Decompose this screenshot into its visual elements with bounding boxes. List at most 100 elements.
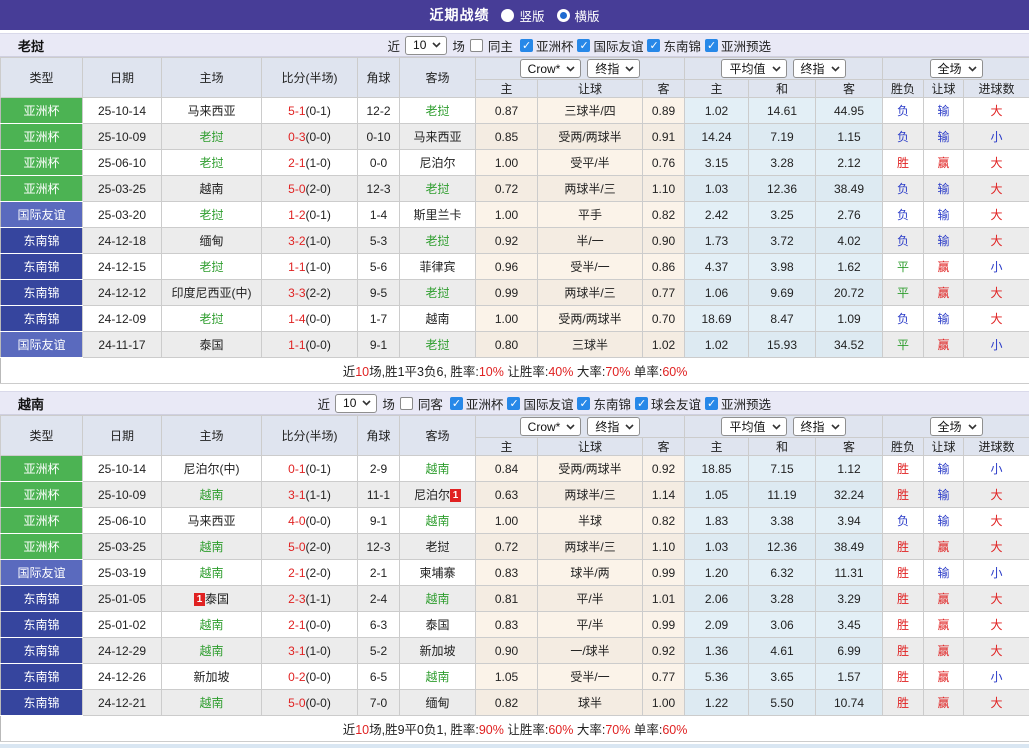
competition-checkbox[interactable] (577, 397, 590, 410)
col-away: 客场 (400, 416, 476, 456)
score-cell: 5-0(2-0) (262, 534, 358, 560)
competition-checkbox[interactable] (450, 397, 463, 410)
win-loss-result: 胜 (883, 638, 924, 664)
home-team-cell: 新加坡 (162, 664, 262, 690)
col-type: 类型 (1, 58, 83, 98)
competition-checkbox[interactable] (577, 39, 590, 52)
average-away-odds: 3.29 (816, 586, 883, 612)
competition-type-badge: 东南锦 (1, 228, 83, 254)
average-select[interactable]: 平均值 (721, 417, 786, 436)
away-team-cell: 老挝 (400, 228, 476, 254)
win-loss-result: 胜 (883, 586, 924, 612)
average-group-header: 平均值 终指 (685, 416, 883, 438)
full-time-score: 1-1 (288, 260, 305, 274)
average-away-odds: 1.57 (816, 664, 883, 690)
competition-label: 东南锦 (661, 36, 703, 55)
home-team-cell: 老挝 (162, 202, 262, 228)
score-cell: 4-0(0-0) (262, 508, 358, 534)
chevron-down-icon (566, 424, 575, 430)
match-date: 25-10-14 (83, 98, 162, 124)
away-team-cell: 菲律宾 (400, 254, 476, 280)
chevron-down-icon (432, 42, 441, 48)
layout-radio-vertical-label: 竖版 (519, 6, 544, 25)
score-cell: 0-1(0-1) (262, 456, 358, 482)
filter-bar: 近 10 场 同客 亚洲杯国际友谊东南锦球会友谊亚洲预选 (316, 394, 773, 413)
competition-checkbox[interactable] (507, 397, 520, 410)
full-time-score: 5-1 (288, 104, 305, 118)
same-venue-checkbox[interactable] (400, 397, 413, 410)
home-team-cell: 越南 (162, 534, 262, 560)
col-score: 比分(半场) (262, 58, 358, 98)
home-team: 越南 (199, 566, 223, 580)
home-team-cell: 越南 (162, 638, 262, 664)
score-cell: 3-3(2-2) (262, 280, 358, 306)
home-team: 尼泊尔(中) (184, 462, 240, 476)
col-avg-home: 主 (685, 438, 749, 456)
bookmaker-stage-select[interactable]: 终指 (587, 59, 640, 78)
bookmaker-stage-select[interactable]: 终指 (587, 417, 640, 436)
bookmaker-home-odds: 0.83 (476, 560, 538, 586)
handicap-line: 两球半/三 (538, 280, 643, 306)
win-loss-result: 胜 (883, 456, 924, 482)
scope-group-header: 全场 (883, 58, 1029, 80)
full-time-score: 2-3 (288, 592, 305, 606)
red-card-badge: 1 (450, 489, 461, 502)
average-away-odds: 1.15 (816, 124, 883, 150)
full-time-score: 5-0 (288, 182, 305, 196)
scope-select[interactable]: 全场 (930, 417, 983, 436)
score-cell: 0-2(0-0) (262, 664, 358, 690)
competition-checkbox[interactable] (635, 397, 648, 410)
half-time-score: (2-0) (306, 566, 331, 580)
average-away-odds: 44.95 (816, 98, 883, 124)
matches-count-select[interactable]: 10 (405, 36, 447, 55)
competition-checkbox[interactable] (520, 39, 533, 52)
filter-bar: 近 10 场 同主 亚洲杯国际友谊东南锦亚洲预选 (386, 36, 773, 55)
section-header-laos: 老挝 近 10 场 同主 亚洲杯国际友谊东南锦亚洲预选 (0, 33, 1029, 57)
scope-select[interactable]: 全场 (930, 59, 983, 78)
away-team-cell: 老挝 (400, 280, 476, 306)
layout-radio-vertical[interactable]: 竖版 (501, 6, 544, 25)
win-loss-result: 平 (883, 332, 924, 358)
average-select[interactable]: 平均值 (721, 59, 786, 78)
col-avg-away: 客 (816, 80, 883, 98)
table-row: 国际友谊 25-03-19 越南 2-1(2-0) 2-1 柬埔寨 0.83 球… (1, 560, 1029, 586)
win-loss-result: 胜 (883, 612, 924, 638)
competition-type-badge: 东南锦 (1, 306, 83, 332)
average-home-odds: 4.37 (685, 254, 749, 280)
handicap-result: 输 (924, 560, 964, 586)
corner-count: 0-10 (358, 124, 400, 150)
bookmaker-select[interactable]: Crow* (520, 59, 582, 78)
table-row: 东南锦 24-12-26 新加坡 0-2(0-0) 6-5 越南 1.05 受半… (1, 664, 1029, 690)
handicap-line: 受两/两球半 (538, 306, 643, 332)
average-draw-odds: 3.28 (749, 586, 816, 612)
bookmaker-home-odds: 0.63 (476, 482, 538, 508)
same-venue-checkbox[interactable] (470, 39, 483, 52)
competition-checkbox[interactable] (647, 39, 660, 52)
average-away-odds: 34.52 (816, 332, 883, 358)
bookmaker-away-odds: 0.89 (643, 98, 685, 124)
match-date: 25-06-10 (83, 508, 162, 534)
average-draw-odds: 3.65 (749, 664, 816, 690)
average-stage-select[interactable]: 终指 (793, 417, 846, 436)
home-team-cell: 尼泊尔(中) (162, 456, 262, 482)
handicap-line: 三球半/四 (538, 98, 643, 124)
handicap-line: 三球半 (538, 332, 643, 358)
full-time-score: 2-1 (288, 618, 305, 632)
away-team-cell: 越南 (400, 306, 476, 332)
table-row: 东南锦 24-12-12 印度尼西亚(中) 3-3(2-2) 9-5 老挝 0.… (1, 280, 1029, 306)
goals-result: 大 (964, 508, 1029, 534)
win-loss-result: 负 (883, 508, 924, 534)
layout-radio-horizontal[interactable]: 横版 (557, 6, 600, 25)
bookmaker-away-odds: 0.77 (643, 664, 685, 690)
win-loss-result: 负 (883, 124, 924, 150)
win-loss-result: 胜 (883, 560, 924, 586)
away-team: 泰国 (425, 618, 449, 632)
corner-count: 12-3 (358, 176, 400, 202)
away-team: 尼泊尔 (419, 156, 455, 170)
away-team-cell: 越南 (400, 664, 476, 690)
matches-count-select[interactable]: 10 (335, 394, 377, 413)
competition-checkbox[interactable] (705, 39, 718, 52)
average-stage-select[interactable]: 终指 (793, 59, 846, 78)
bookmaker-select[interactable]: Crow* (520, 417, 582, 436)
competition-checkbox[interactable] (705, 397, 718, 410)
